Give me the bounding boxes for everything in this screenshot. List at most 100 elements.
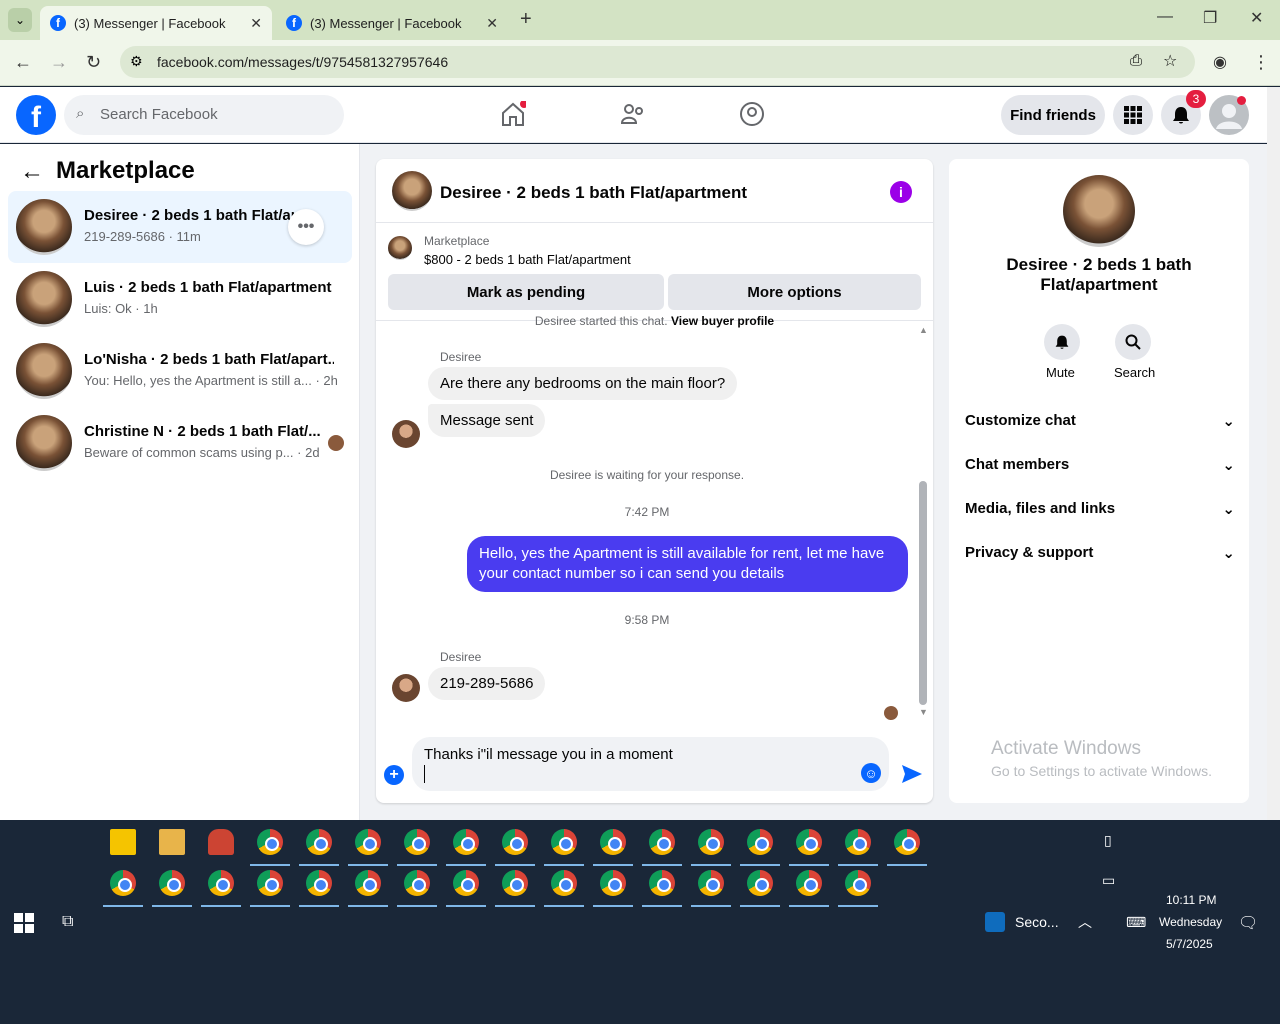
tab-messenger-1[interactable]: f (3) Messenger | Facebook ✕ [40, 6, 272, 40]
find-friends-button[interactable]: Find friends [1001, 95, 1105, 135]
back-arrow-icon[interactable]: ← [20, 158, 44, 186]
send-icon[interactable] [901, 764, 923, 789]
groups-icon[interactable] [739, 101, 765, 127]
search-label[interactable]: Search [1114, 365, 1155, 380]
chrome-icon[interactable] [600, 829, 626, 855]
mark-as-pending-button[interactable]: Mark as pending [388, 274, 664, 310]
chrome-icon[interactable] [649, 829, 675, 855]
scroll-up-icon[interactable]: ▲ [919, 325, 928, 335]
chrome-icon[interactable] [845, 870, 871, 896]
more-options-button[interactable]: More options [668, 274, 921, 310]
chrome-icon[interactable] [649, 870, 675, 896]
forward-arrow-icon[interactable]: → [50, 52, 68, 73]
privacy-support-row[interactable]: Privacy & support ⌄ [965, 544, 1235, 562]
clock-time[interactable]: 10:11 PM [1166, 893, 1216, 907]
chrome-icon[interactable] [453, 829, 479, 855]
bookmark-star-icon[interactable]: ☆ [1163, 51, 1177, 71]
sticky-notes-icon[interactable] [110, 829, 136, 855]
chrome-icon[interactable] [110, 870, 136, 896]
listing-avatar[interactable] [1063, 175, 1135, 247]
tray-display-icon[interactable]: ▭ [1102, 872, 1115, 889]
clock-date[interactable]: 5/7/2025 [1166, 937, 1213, 951]
search-icon[interactable] [1115, 324, 1151, 360]
listing-description[interactable]: $800 - 2 beds 1 bath Flat/apartment [424, 252, 631, 267]
composer-text[interactable]: Thanks i"il message you in a moment [424, 746, 673, 763]
notification-center-icon[interactable]: 🗨 [1238, 913, 1258, 933]
add-attachment-icon[interactable]: + [384, 765, 404, 785]
install-app-icon[interactable]: ⎙ [1130, 52, 1142, 69]
chat-avatar[interactable] [392, 171, 432, 211]
emoji-icon[interactable]: ☺ [861, 763, 881, 783]
facebook-logo[interactable]: f [16, 95, 56, 135]
minimize-button[interactable]: — [1157, 8, 1173, 26]
apps-menu-icon[interactable] [1113, 95, 1153, 135]
chrome-icon[interactable] [306, 829, 332, 855]
chat-scrollbar[interactable]: ▲ ▼ [918, 325, 928, 719]
chrome-icon[interactable] [894, 829, 920, 855]
url-text[interactable]: facebook.com/messages/t/9754581327957646 [157, 54, 448, 70]
chrome-icon[interactable] [502, 829, 528, 855]
clock-day[interactable]: Wednesday [1159, 915, 1222, 929]
restore-button[interactable]: ❐ [1203, 8, 1217, 28]
chrome-icon[interactable] [551, 829, 577, 855]
back-arrow-icon[interactable]: ← [14, 52, 32, 73]
incoming-message[interactable]: 219-289-5686 [428, 667, 546, 700]
chrome-icon[interactable] [600, 870, 626, 896]
chat-members-row[interactable]: Chat members ⌄ [965, 456, 1235, 474]
close-tab-icon[interactable]: ✕ [486, 15, 498, 32]
sender-avatar[interactable] [392, 420, 420, 448]
outgoing-message[interactable]: Hello, yes the Apartment is still availa… [467, 536, 908, 592]
close-window-button[interactable]: ✕ [1250, 8, 1263, 28]
info-icon[interactable]: i [890, 181, 912, 203]
profile-icon[interactable]: ◉ [1213, 52, 1227, 72]
view-buyer-profile-link[interactable]: View buyer profile [671, 314, 774, 328]
media-files-links-row[interactable]: Media, files and links ⌄ [965, 500, 1235, 518]
outlook-icon[interactable] [985, 912, 1005, 932]
chrome-icon[interactable] [845, 829, 871, 855]
outlook-label[interactable]: Seco... [1015, 914, 1059, 930]
conversation-item[interactable]: Luis · 2 beds 1 bath Flat/apartment Luis… [8, 263, 352, 335]
chrome-icon[interactable] [698, 870, 724, 896]
conversation-item[interactable]: Desiree · 2 beds 1 bath Flat/apa 219-289… [8, 191, 352, 263]
chrome-icon[interactable] [796, 829, 822, 855]
sender-avatar[interactable] [392, 674, 420, 702]
tray-chevron-up-icon[interactable]: ︿ [1078, 912, 1092, 932]
conversation-item[interactable]: Christine N · 2 beds 1 bath Flat/... Bew… [8, 407, 352, 479]
chat-title[interactable]: Desiree · 2 beds 1 bath Flat/apartment [440, 183, 747, 203]
chrome-icon[interactable] [698, 829, 724, 855]
more-options-icon[interactable]: ••• [288, 209, 324, 245]
friends-icon[interactable] [620, 101, 646, 127]
mute-label[interactable]: Mute [1046, 365, 1075, 380]
home-icon[interactable] [500, 100, 528, 127]
chrome-icon[interactable] [159, 870, 185, 896]
close-tab-icon[interactable]: ✕ [250, 15, 262, 32]
tab-messenger-2[interactable]: f (3) Messenger | Facebook ✕ [276, 6, 508, 40]
incoming-message[interactable]: Message sent [428, 404, 546, 437]
chrome-icon[interactable] [257, 870, 283, 896]
mute-bell-icon[interactable] [1044, 324, 1080, 360]
chrome-icon[interactable] [747, 870, 773, 896]
conversation-item[interactable]: Lo'Nisha · 2 beds 1 bath Flat/apart... Y… [8, 335, 352, 407]
keyboard-icon[interactable]: ⌨ [1126, 914, 1146, 931]
chrome-icon[interactable] [404, 829, 430, 855]
menu-kebab-icon[interactable]: ⋮ [1252, 52, 1270, 73]
windows-start-icon[interactable] [14, 913, 34, 938]
omnibox[interactable]: ⚙ facebook.com/messages/t/97545813279576… [120, 46, 1195, 78]
scroll-thumb[interactable] [919, 481, 927, 705]
chrome-icon[interactable] [306, 870, 332, 896]
customize-chat-row[interactable]: Customize chat ⌄ [965, 412, 1235, 430]
new-tab-button[interactable]: + [520, 8, 532, 31]
chrome-icon[interactable] [796, 870, 822, 896]
chrome-icon[interactable] [404, 870, 430, 896]
chrome-icon[interactable] [551, 870, 577, 896]
chrome-icon[interactable] [747, 829, 773, 855]
snipping-tool-icon[interactable] [208, 829, 234, 855]
task-view-icon[interactable]: ⧉ [62, 913, 73, 931]
chrome-icon[interactable] [257, 829, 283, 855]
tab-search-button[interactable]: ⌄ [8, 8, 32, 32]
site-info-icon[interactable]: ⚙ [130, 53, 143, 70]
file-explorer-icon[interactable] [159, 829, 185, 855]
reload-icon[interactable]: ↻ [86, 52, 101, 73]
incoming-message[interactable]: Are there any bedrooms on the main floor… [428, 367, 738, 400]
chrome-icon[interactable] [355, 870, 381, 896]
